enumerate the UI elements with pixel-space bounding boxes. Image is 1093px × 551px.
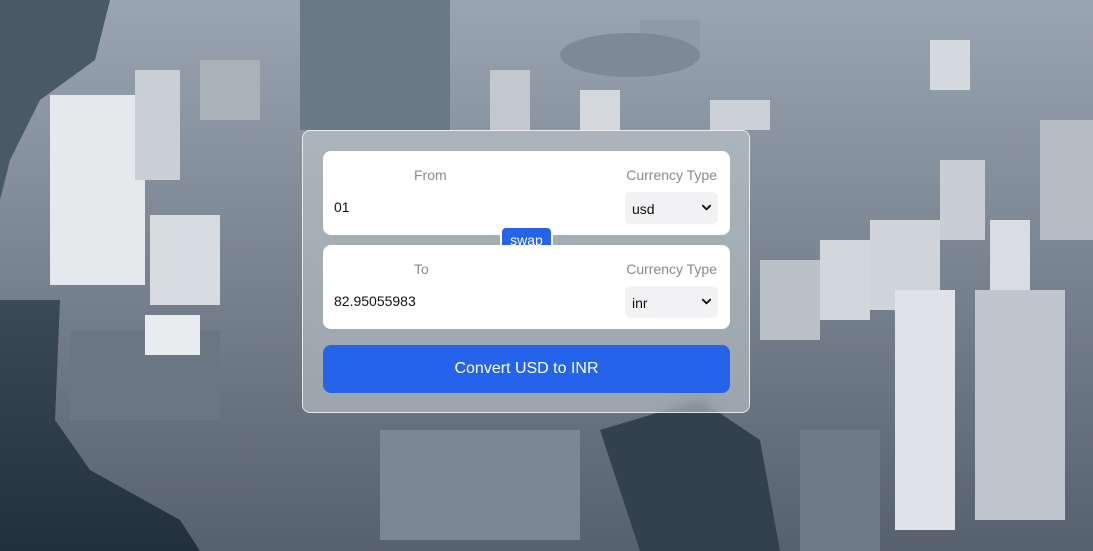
converter-card: From Currency Type 01 usd swap To Curren… xyxy=(302,130,750,413)
to-panel: To Currency Type 82.95055983 inr xyxy=(323,245,730,329)
from-currency-value: usd xyxy=(632,201,655,217)
to-currency-value: inr xyxy=(632,295,648,311)
from-panel: From Currency Type 01 usd xyxy=(323,151,730,235)
from-amount-input[interactable]: 01 xyxy=(334,199,594,215)
to-label: To xyxy=(414,261,429,277)
convert-button[interactable]: Convert USD to INR xyxy=(323,345,730,393)
from-currency-select[interactable]: usd xyxy=(625,192,718,224)
chevron-down-icon xyxy=(701,204,712,211)
to-currency-select[interactable]: inr xyxy=(625,286,718,318)
page: From Currency Type 01 usd swap To Curren… xyxy=(0,0,1093,551)
from-label: From xyxy=(414,167,447,183)
to-currency-type-label: Currency Type xyxy=(626,261,717,277)
chevron-down-icon xyxy=(701,298,712,305)
to-amount-field[interactable]: 82.95055983 xyxy=(334,293,594,309)
from-currency-type-label: Currency Type xyxy=(626,167,717,183)
